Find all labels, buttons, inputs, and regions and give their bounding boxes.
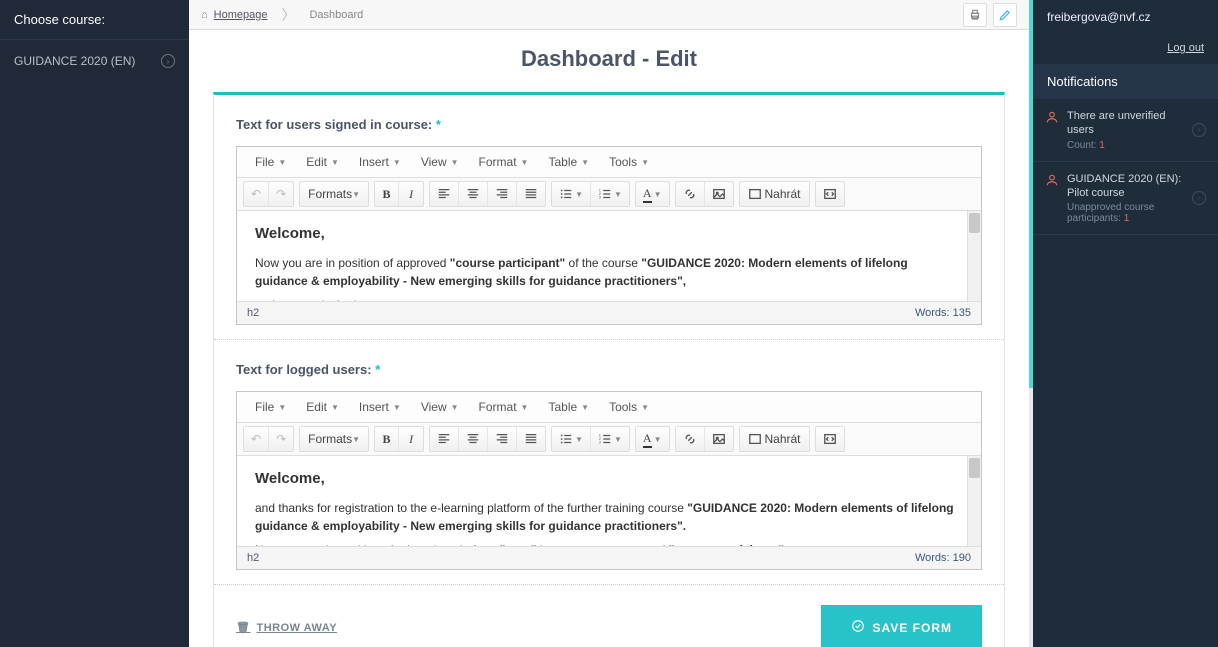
page-title: Dashboard - Edit (213, 46, 1005, 72)
text-color-button[interactable]: A▼ (636, 427, 669, 451)
choose-course-header: Choose course: (0, 0, 189, 40)
save-button[interactable]: SAVE FORM (821, 605, 982, 647)
signed-users-field: Text for users signed in course: * File▼… (214, 95, 1004, 340)
notification-item[interactable]: GUIDANCE 2020 (EN): Pilot course Unappro… (1033, 162, 1218, 236)
italic-button[interactable]: I (399, 182, 423, 206)
status-path: h2 (247, 552, 259, 564)
notification-item[interactable]: There are unverified users Count: 1 › (1033, 99, 1218, 162)
logged-users-field: Text for logged users: * File▼ Edit▼ Ins… (214, 340, 1004, 585)
italic-button[interactable]: I (399, 427, 423, 451)
menu-file[interactable]: File▼ (245, 396, 296, 418)
redo-button[interactable]: ↷ (269, 427, 293, 451)
align-left-button[interactable] (430, 182, 459, 206)
chevron-right-icon: › (1192, 191, 1206, 205)
main-content: ⌂ Homepage 〉 Dashboard Dashboard - Edit (189, 0, 1029, 647)
bullet-list-button[interactable]: ▼ (552, 427, 591, 451)
align-right-button[interactable] (488, 182, 517, 206)
number-list-button[interactable]: 123▼ (591, 182, 629, 206)
chevron-right-icon: › (1192, 123, 1206, 137)
text-color-button[interactable]: A▼ (636, 182, 669, 206)
chevron-right-icon: › (161, 54, 175, 68)
align-justify-button[interactable] (517, 182, 545, 206)
align-left-button[interactable] (430, 427, 459, 451)
right-sidebar: freibergova@nvf.cz Log out Notifications… (1033, 0, 1218, 647)
breadcrumb-bar: ⌂ Homepage 〉 Dashboard (189, 0, 1029, 30)
course-label: GUIDANCE 2020 (EN) (14, 54, 135, 68)
user-alert-icon (1045, 110, 1059, 151)
logged-editor: File▼ Edit▼ Insert▼ View▼ Format▼ Table▼… (236, 391, 982, 570)
logout-link[interactable]: Log out (1033, 34, 1218, 64)
throw-away-link[interactable]: 🗑 THROW AWAY (236, 621, 337, 634)
menu-edit[interactable]: Edit▼ (296, 396, 349, 418)
edit-card: Text for users signed in course: * File▼… (213, 92, 1005, 647)
editor-toolbar: ↶ ↷ Formats ▼ B I (237, 178, 981, 211)
editor-toolbar: ↶ ↷ Formats ▼ B I (237, 423, 981, 456)
align-center-button[interactable] (459, 427, 488, 451)
edit-button[interactable] (993, 3, 1017, 27)
editor-body[interactable]: Welcome, Now you are in position of appr… (237, 211, 981, 301)
formats-dropdown[interactable]: Formats ▼ (300, 182, 368, 206)
menu-format[interactable]: Format▼ (469, 151, 539, 173)
print-button[interactable] (963, 3, 987, 27)
editor-status: h2 Words: 190 (237, 546, 981, 569)
breadcrumb: ⌂ Homepage 〉 Dashboard (201, 5, 363, 25)
formats-dropdown[interactable]: Formats ▼ (300, 427, 368, 451)
scrollbar[interactable] (967, 456, 981, 546)
align-center-button[interactable] (459, 182, 488, 206)
breadcrumb-current: Dashboard (309, 9, 363, 21)
editor-menubar: File▼ Edit▼ Insert▼ View▼ Format▼ Table▼… (237, 147, 981, 178)
signed-editor: File▼ Edit▼ Insert▼ View▼ Format▼ Table▼… (236, 146, 982, 325)
bold-button[interactable]: B (375, 427, 399, 451)
status-path: h2 (247, 307, 259, 319)
bullet-list-button[interactable]: ▼ (552, 182, 591, 206)
upload-button[interactable]: Nahrát (740, 427, 809, 451)
menu-tools[interactable]: Tools▼ (599, 151, 659, 173)
menu-insert[interactable]: Insert▼ (349, 396, 411, 418)
redo-button[interactable]: ↷ (269, 182, 293, 206)
svg-text:3: 3 (599, 195, 601, 199)
menu-format[interactable]: Format▼ (469, 396, 539, 418)
menu-view[interactable]: View▼ (411, 396, 469, 418)
course-item[interactable]: GUIDANCE 2020 (EN) › (0, 40, 189, 82)
breadcrumb-home[interactable]: Homepage (214, 9, 268, 21)
image-button[interactable] (705, 182, 733, 206)
scrollbar[interactable] (967, 211, 981, 301)
editor-status: h2 Words: 135 (237, 301, 981, 324)
left-sidebar: Choose course: GUIDANCE 2020 (EN) › (0, 0, 189, 647)
menu-table[interactable]: Table▼ (538, 396, 599, 418)
align-justify-button[interactable] (517, 427, 545, 451)
trash-icon: 🗑 (236, 621, 250, 634)
menu-view[interactable]: View▼ (411, 151, 469, 173)
form-actions: 🗑 THROW AWAY SAVE FORM (214, 585, 1004, 647)
bold-button[interactable]: B (375, 182, 399, 206)
number-list-button[interactable]: 123▼ (591, 427, 629, 451)
align-right-button[interactable] (488, 427, 517, 451)
link-button[interactable] (676, 427, 705, 451)
menu-table[interactable]: Table▼ (538, 151, 599, 173)
check-circle-icon (851, 619, 865, 636)
logged-users-label: Text for logged users: * (236, 362, 982, 377)
image-button[interactable] (705, 427, 733, 451)
menu-tools[interactable]: Tools▼ (599, 396, 659, 418)
notifications-header: Notifications (1033, 64, 1218, 99)
user-email: freibergova@nvf.cz (1033, 0, 1218, 34)
user-alert-icon (1045, 173, 1059, 225)
upload-button[interactable]: Nahrát (740, 182, 809, 206)
editor-body[interactable]: Welcome, and thanks for registration to … (237, 456, 981, 546)
menu-file[interactable]: File▼ (245, 151, 296, 173)
svg-text:3: 3 (599, 440, 601, 444)
undo-button[interactable]: ↶ (244, 427, 269, 451)
link-button[interactable] (676, 182, 705, 206)
home-icon: ⌂ (201, 9, 208, 21)
undo-button[interactable]: ↶ (244, 182, 269, 206)
source-code-button[interactable] (816, 427, 844, 451)
signed-users-label: Text for users signed in course: * (236, 117, 982, 132)
word-count: Words: 135 (915, 307, 971, 319)
menu-edit[interactable]: Edit▼ (296, 151, 349, 173)
editor-menubar: File▼ Edit▼ Insert▼ View▼ Format▼ Table▼… (237, 392, 981, 423)
source-code-button[interactable] (816, 182, 844, 206)
word-count: Words: 190 (915, 552, 971, 564)
breadcrumb-separator: 〉 (281, 5, 295, 25)
menu-insert[interactable]: Insert▼ (349, 151, 411, 173)
